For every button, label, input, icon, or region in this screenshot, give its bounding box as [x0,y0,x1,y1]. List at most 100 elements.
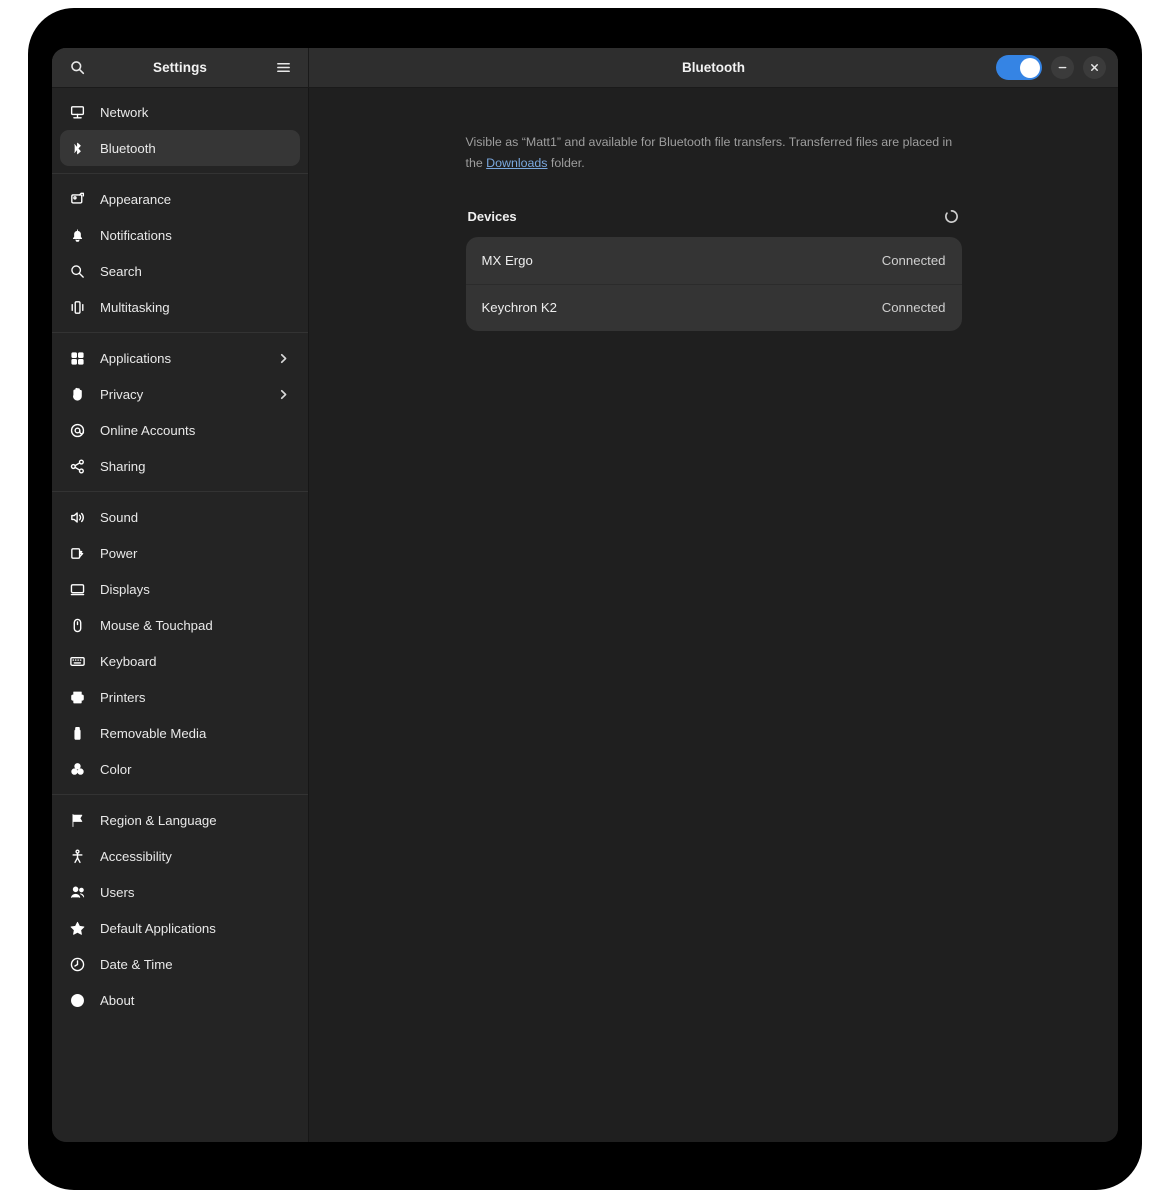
users-icon [69,884,86,901]
star-icon [69,920,86,937]
sidebar-item-label: Mouse & Touchpad [100,617,213,633]
sidebar-item-multitasking[interactable]: Multitasking [60,289,300,325]
header-controls [996,55,1106,80]
loading-spinner-icon [943,208,960,225]
applications-grid-icon [69,350,86,367]
sidebar-item-about[interactable]: About [60,982,300,1018]
device-row[interactable]: Keychron K2 Connected [465,283,962,331]
settings-window: Settings Bluetooth Network Bluetooth App… [52,48,1118,1142]
sidebar-item-search[interactable]: Search [60,253,300,289]
sidebar-item-label: Removable Media [100,725,207,741]
sidebar-group: Sound Power Displays Mouse & Touchpad Keyboa… [52,499,308,787]
sidebar-item-label: Privacy [100,386,144,402]
device-name: Keychron K2 [481,300,558,316]
sidebar-item-notifications[interactable]: Notifications [60,217,300,253]
sidebar-item-keyboard[interactable]: Keyboard [60,643,300,679]
bluetooth-content-pane: Visible as “Matt1” and available for Blu… [309,88,1118,1142]
sidebar-item-region-language[interactable]: Region & Language [60,802,300,838]
sidebar-group-separator [52,332,308,333]
at-sign-icon [69,422,86,439]
device-row[interactable]: MX Ergo Connected [466,237,962,284]
sidebar-item-label: Power [100,545,138,561]
sidebar-item-label: Printers [100,689,146,705]
bell-icon [69,227,86,244]
sidebar-item-sharing[interactable]: Sharing [60,448,300,484]
sidebar-item-label: Search [100,263,142,279]
device-name: MX Ergo [481,252,533,268]
sidebar-group: Applications Privacy Online Accounts Sharin… [52,340,308,484]
sidebar-item-applications[interactable]: Applications [60,340,300,376]
sidebar-item-date-time[interactable]: Date & Time [60,946,300,982]
sidebar-item-sound[interactable]: Sound [60,499,300,535]
info-circle-icon [69,992,86,1009]
chevron-right-icon [277,352,290,365]
appearance-icon [69,191,86,208]
visibility-text-after: folder. [547,155,585,170]
minimize-button[interactable] [1051,56,1074,79]
device-status: Connected [881,252,946,268]
sidebar-item-label: Default Applications [100,920,216,936]
share-nodes-icon [69,458,86,475]
sidebar-item-label: Appearance [100,191,172,207]
sidebar-group: Network Bluetooth [52,94,308,166]
bluetooth-power-toggle[interactable] [996,55,1042,80]
sidebar-item-displays[interactable]: Displays [60,571,300,607]
close-button[interactable] [1083,56,1106,79]
bluetooth-devices-list: MX Ergo Connected Keychron K2 Connected [465,236,962,331]
device-status: Connected [881,300,946,316]
sidebar-item-label: Region & Language [100,812,217,828]
visibility-description: Visible as “Matt1” and available for Blu… [466,132,962,174]
sidebar-item-appearance[interactable]: Appearance [60,181,300,217]
sidebar-item-default-applications[interactable]: Default Applications [60,910,300,946]
sidebar-item-label: Online Accounts [100,422,196,438]
downloads-folder-link[interactable]: Downloads [486,156,547,170]
sidebar-group-separator [52,173,308,174]
battery-power-icon [69,545,86,562]
devices-heading: Devices [467,208,517,224]
sidebar-item-label: Sharing [100,458,146,474]
sidebar-item-color[interactable]: Color [60,751,300,787]
sidebar-item-users[interactable]: Users [60,874,300,910]
mouse-icon [69,617,86,634]
search-icon [69,263,86,280]
settings-sidebar[interactable]: Network Bluetooth Appearance Notifications S… [52,88,309,1142]
window-headerbar: Settings Bluetooth [52,48,1118,88]
window-body: Network Bluetooth Appearance Notifications S… [52,88,1118,1142]
sidebar-item-label: Applications [100,350,172,366]
bluetooth-icon [69,140,86,157]
sidebar-item-label: Multitasking [100,299,170,315]
sidebar-item-label: Sound [100,509,139,525]
display-monitor-icon [69,581,86,598]
hamburger-menu-icon[interactable] [270,55,296,81]
content-headerbar: Bluetooth [309,48,1118,87]
sidebar-item-label: Bluetooth [100,140,156,156]
chevron-right-icon [277,388,290,401]
sidebar-item-power[interactable]: Power [60,535,300,571]
hand-privacy-icon [69,386,86,403]
sidebar-item-label: Users [100,884,135,900]
printer-icon [69,689,86,706]
sidebar-item-bluetooth[interactable]: Bluetooth [60,130,300,166]
sidebar-item-online-accounts[interactable]: Online Accounts [60,412,300,448]
sidebar-item-mouse-touchpad[interactable]: Mouse & Touchpad [60,607,300,643]
sidebar-item-accessibility[interactable]: Accessibility [60,838,300,874]
flag-icon [69,812,86,829]
speaker-icon [69,509,86,526]
sidebar-item-label: Color [100,761,132,777]
color-circles-icon [69,761,86,778]
sidebar-group: Appearance Notifications Search Multitaskin… [52,181,308,325]
sidebar-group-separator [52,794,308,795]
sidebar-item-privacy[interactable]: Privacy [60,376,300,412]
sidebar-item-label: Keyboard [100,653,157,669]
sidebar-headerbar: Settings [52,48,309,87]
sidebar-group: Region & Language Accessibility Users Defau… [52,802,308,1018]
sidebar-item-network[interactable]: Network [60,94,300,130]
sidebar-item-removable-media[interactable]: Removable Media [60,715,300,751]
sidebar-item-printers[interactable]: Printers [60,679,300,715]
sidebar-item-label: Accessibility [100,848,172,864]
sidebar-group-separator [52,491,308,492]
page-title: Settings [152,60,208,75]
sidebar-item-label: Date & Time [100,956,173,972]
keyboard-icon [69,653,86,670]
search-icon[interactable] [64,55,90,81]
